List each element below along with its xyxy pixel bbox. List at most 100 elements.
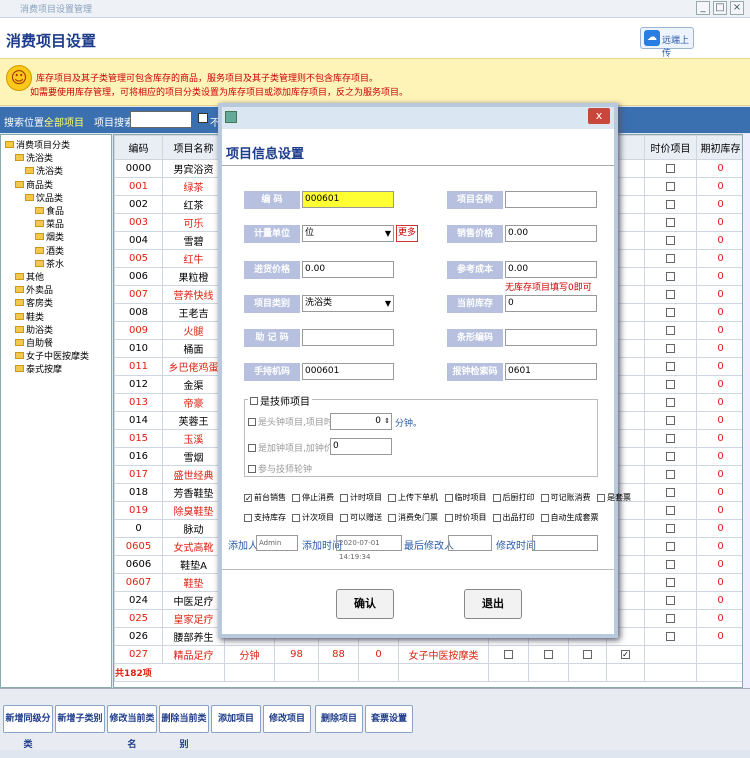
tree-node[interactable]: 洗浴类 <box>25 164 63 177</box>
option-checkbox[interactable]: 消费免门票 <box>388 512 438 523</box>
tree-node[interactable]: 酒类 <box>35 244 64 257</box>
cell-flag[interactable] <box>568 645 607 664</box>
checkbox-icon[interactable] <box>666 361 675 371</box>
cell-timed[interactable] <box>644 465 697 484</box>
checkbox-icon[interactable] <box>666 199 675 209</box>
cell-timed[interactable] <box>644 303 697 322</box>
toolbar-button[interactable]: 修改项目 <box>263 705 311 733</box>
close-icon[interactable]: × <box>730 1 744 15</box>
cell-timed[interactable] <box>644 537 697 556</box>
option-checkbox[interactable]: 停止消费 <box>292 492 334 503</box>
tree-node[interactable]: 烟类 <box>35 230 64 243</box>
barcode-field[interactable] <box>505 329 597 346</box>
checkbox-icon[interactable] <box>666 487 675 497</box>
cell-timed[interactable] <box>644 285 697 304</box>
option-checkbox[interactable]: 自动生成套票 <box>540 512 599 523</box>
upload-button[interactable]: ☁ 远端上传 <box>640 27 694 59</box>
unit-select[interactable]: 位 ▼ <box>302 225 394 242</box>
checkbox-icon[interactable]: ✓ <box>621 649 630 659</box>
tree-node[interactable]: 消费项目分类 <box>5 138 70 151</box>
tree-node[interactable]: 茶水 <box>35 257 64 270</box>
rotate-option[interactable]: 参与技师轮钟 <box>248 462 312 475</box>
table-row[interactable]: 027 精品足疗 分钟 98 88 0 女子中医按摩类 ✓ <box>114 645 742 664</box>
more-button[interactable]: 更多 <box>396 225 418 242</box>
cell-timed[interactable] <box>644 393 697 412</box>
exit-button[interactable]: 退出 <box>464 589 522 619</box>
cell-timed[interactable] <box>644 447 697 466</box>
checkbox-icon[interactable] <box>666 343 675 353</box>
tree-node[interactable]: 助浴类 <box>15 323 53 336</box>
cell-timed[interactable] <box>644 357 697 376</box>
cell-timed[interactable] <box>644 321 697 340</box>
col-code[interactable]: 编码 <box>114 135 163 160</box>
mnemonic-field[interactable] <box>302 329 394 346</box>
clock-code-field[interactable]: 0601 <box>505 363 597 380</box>
checkbox-icon[interactable] <box>666 289 675 299</box>
cell-timed[interactable] <box>644 591 697 610</box>
cell-timed[interactable] <box>644 177 697 196</box>
option-checkbox[interactable]: 计时项目 <box>340 492 382 503</box>
search-checkbox[interactable] <box>198 113 208 123</box>
tree-node[interactable]: 客房类 <box>15 296 53 309</box>
cell-timed[interactable] <box>644 375 697 394</box>
option-checkbox[interactable]: 是套票 <box>597 492 631 503</box>
tree-node[interactable]: 洗浴类 <box>15 151 53 164</box>
col-name[interactable]: 项目名称 <box>162 135 225 160</box>
cell-timed[interactable] <box>644 339 697 358</box>
tree-node[interactable]: 女子中医按摩类 <box>15 349 89 362</box>
checkbox-icon[interactable] <box>666 379 675 389</box>
toolbar-button[interactable]: 添加项目 <box>211 705 261 733</box>
option-checkbox[interactable]: 可以赠送 <box>340 512 382 523</box>
cell-timed[interactable] <box>644 573 697 592</box>
tech-project-checkbox[interactable]: 是技师项目 <box>248 393 312 408</box>
dialog-close-button[interactable]: x <box>588 108 610 124</box>
project-search-input[interactable] <box>130 111 192 128</box>
cell-timed[interactable] <box>644 555 697 574</box>
cell-timed[interactable] <box>644 627 697 646</box>
category-select[interactable]: 洗浴类 ▼ <box>302 295 394 312</box>
tree-node[interactable]: 菜品 <box>35 217 64 230</box>
option-checkbox[interactable]: ✓ 前台销售 <box>244 492 286 503</box>
checkbox-icon[interactable] <box>666 613 675 623</box>
toolbar-button[interactable]: 删除项目 <box>315 705 363 733</box>
toolbar-button[interactable]: 新增子类别 <box>55 705 105 733</box>
checkbox-icon[interactable] <box>666 541 675 551</box>
cell-timed[interactable] <box>644 411 697 430</box>
cell-timed[interactable] <box>644 195 697 214</box>
name-field[interactable] <box>505 191 597 208</box>
option-checkbox[interactable]: 可记账消费 <box>540 492 591 503</box>
toolbar-button[interactable]: 新增同级分类 <box>3 705 53 750</box>
cell-timed[interactable] <box>644 231 697 250</box>
add-clock-price-field[interactable]: 0 <box>330 438 392 455</box>
checkbox-icon[interactable] <box>666 415 675 425</box>
checkbox-icon[interactable] <box>544 649 553 659</box>
current-stock-field[interactable]: 0 <box>505 295 597 312</box>
checkbox-icon[interactable] <box>666 253 675 263</box>
option-checkbox[interactable]: 临时项目 <box>444 492 487 503</box>
cell-timed[interactable] <box>644 483 697 502</box>
checkbox-icon[interactable] <box>583 649 592 659</box>
toolbar-button[interactable]: 套票设置 <box>365 705 413 733</box>
code-field[interactable]: 000601 <box>302 191 394 208</box>
checkbox-icon[interactable] <box>666 271 675 281</box>
cell-timed[interactable] <box>644 213 697 232</box>
option-checkbox[interactable]: 上传下单机 <box>388 492 438 503</box>
checkbox-icon[interactable] <box>666 235 675 245</box>
tree-node[interactable]: 饮品类 <box>25 191 63 204</box>
option-checkbox[interactable]: 计次项目 <box>292 512 334 523</box>
ref-cost-field[interactable]: 0.00 <box>505 261 597 278</box>
cell-timed[interactable] <box>644 267 697 286</box>
tree-node[interactable]: 自助餐 <box>15 336 53 349</box>
minimize-icon[interactable]: _ <box>696 1 710 15</box>
handheld-code-field[interactable]: 000601 <box>302 363 394 380</box>
tree-node[interactable]: 外卖品 <box>15 283 53 296</box>
col-timed[interactable]: 时价项目 <box>644 135 697 160</box>
option-checkbox[interactable]: 出品打印 <box>492 512 535 523</box>
checkbox-icon[interactable] <box>666 181 675 191</box>
option-checkbox[interactable]: 时价项目 <box>444 512 487 523</box>
checkbox-icon[interactable] <box>666 451 675 461</box>
cell-flag[interactable] <box>488 645 529 664</box>
cell-flag[interactable]: ✓ <box>606 645 645 664</box>
option-checkbox[interactable]: 支持库存 <box>244 512 286 523</box>
tree-node[interactable]: 其他 <box>15 270 44 283</box>
